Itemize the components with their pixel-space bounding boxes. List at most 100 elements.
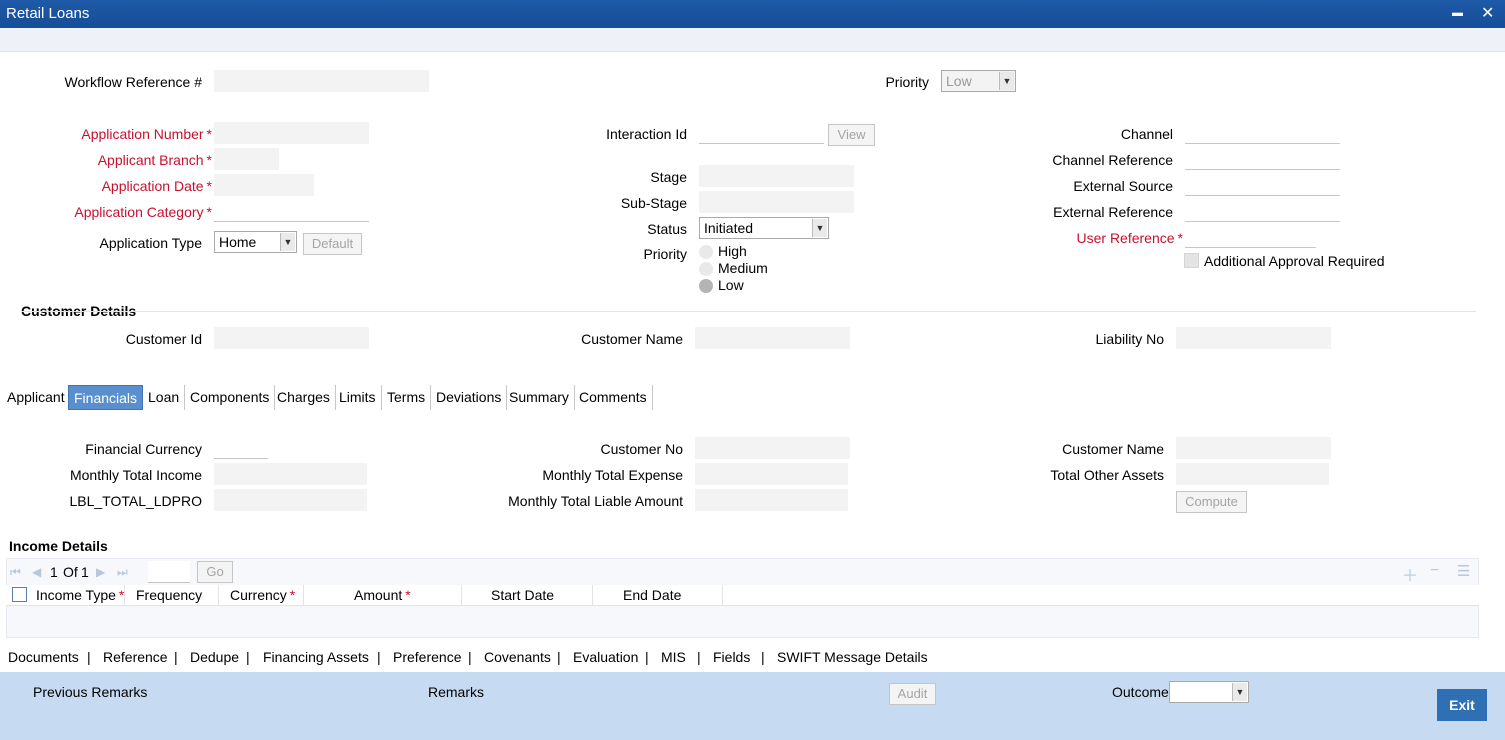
footer-link-swift[interactable]: SWIFT Message Details	[777, 649, 928, 665]
tab-limits[interactable]: Limits	[334, 385, 382, 410]
go-button[interactable]: Go	[197, 561, 233, 583]
user-reference-input[interactable]	[1185, 226, 1316, 248]
substage-label: Sub-Stage	[620, 195, 687, 211]
minimize-icon[interactable]: ▬	[1452, 7, 1463, 19]
outcome-label: Outcome	[1112, 684, 1169, 700]
tab-loan[interactable]: Loan	[143, 385, 186, 410]
priority-high-label: High	[718, 243, 747, 259]
customer-no-input[interactable]	[695, 437, 850, 459]
tab-terms[interactable]: Terms	[382, 385, 432, 410]
total-other-assets-input[interactable]	[1176, 463, 1329, 485]
footer-separator: |	[246, 649, 250, 665]
financial-currency-label: Financial Currency	[85, 441, 202, 457]
window-title: Retail Loans	[6, 5, 90, 22]
application-category-input[interactable]	[214, 200, 369, 222]
customer-id-input[interactable]	[214, 327, 369, 349]
next-page-icon[interactable]: ▶	[96, 565, 105, 579]
priority-medium-label: Medium	[718, 260, 768, 276]
footer-link-mis[interactable]: MIS	[661, 649, 686, 665]
external-source-input[interactable]	[1185, 174, 1340, 196]
fin-customer-name-input[interactable]	[1176, 437, 1331, 459]
monthly-total-expense-input[interactable]	[695, 463, 848, 485]
tab-comments[interactable]: Comments	[574, 385, 653, 410]
user-reference-label: User Reference *	[1076, 230, 1184, 246]
financial-currency-input[interactable]	[214, 437, 268, 459]
channel-label: Channel	[1120, 126, 1173, 142]
footer-link-dedupe[interactable]: Dedupe	[190, 649, 239, 665]
compute-button[interactable]: Compute	[1176, 491, 1247, 513]
income-details-title: Income Details	[9, 538, 108, 554]
application-type-select[interactable]: Home ▼	[214, 231, 297, 253]
single-view-icon[interactable]: ☰	[1457, 562, 1470, 580]
application-number-label: Application Number *	[81, 126, 212, 142]
delete-row-icon[interactable]: −	[1430, 562, 1439, 580]
tab-components[interactable]: Components	[185, 385, 276, 410]
footer-link-documents[interactable]: Documents	[8, 649, 79, 665]
interaction-id-label: Interaction Id	[606, 126, 687, 142]
external-reference-label: External Reference	[1053, 204, 1173, 220]
priority-header-label: Priority	[885, 74, 929, 90]
external-reference-input[interactable]	[1185, 200, 1340, 222]
additional-approval-checkbox[interactable]	[1184, 253, 1199, 268]
tab-financials[interactable]: Financials	[68, 385, 144, 410]
applicant-branch-input[interactable]	[214, 148, 279, 170]
tab-summary[interactable]: Summary	[504, 385, 575, 410]
total-ldpro-input[interactable]	[214, 489, 367, 511]
priority-medium-radio[interactable]	[699, 262, 713, 276]
status-label: Status	[647, 221, 687, 237]
tab-deviations[interactable]: Deviations	[431, 385, 508, 410]
page-number-input[interactable]	[148, 561, 190, 583]
remarks-link[interactable]: Remarks	[428, 684, 484, 700]
chevron-down-icon: ▼	[280, 233, 295, 251]
add-row-icon[interactable]: ＋	[1402, 562, 1418, 586]
status-select-value: Initiated	[704, 220, 754, 236]
total-ldpro-label: LBL_TOTAL_LDPRO	[69, 493, 202, 509]
priority-low-radio[interactable]	[699, 279, 713, 293]
last-page-icon[interactable]: ⏭	[117, 565, 128, 580]
customer-name-label: Customer Name	[581, 331, 683, 347]
channel-reference-input[interactable]	[1185, 148, 1340, 170]
footer-link-evaluation[interactable]: Evaluation	[573, 649, 638, 665]
monthly-total-expense-label: Monthly Total Expense	[542, 467, 683, 483]
stage-input[interactable]	[699, 165, 854, 187]
view-button[interactable]: View	[828, 124, 875, 146]
chevron-down-icon: ▼	[812, 219, 827, 237]
tab-applicant[interactable]: Applicant	[2, 385, 71, 410]
liability-no-input[interactable]	[1176, 327, 1331, 349]
additional-approval-label: Additional Approval Required	[1204, 253, 1385, 269]
footer-link-reference[interactable]: Reference	[103, 649, 168, 665]
footer-link-fields[interactable]: Fields	[713, 649, 750, 665]
close-icon[interactable]: ✕	[1481, 3, 1494, 23]
audit-button[interactable]: Audit	[889, 683, 936, 705]
substage-input[interactable]	[699, 191, 854, 213]
first-page-icon[interactable]: ⏮	[10, 565, 21, 580]
select-all-checkbox[interactable]	[12, 587, 27, 602]
previous-page-icon[interactable]: ◀	[32, 565, 41, 579]
exit-button[interactable]: Exit	[1437, 689, 1487, 721]
monthly-total-liable-input[interactable]	[695, 489, 848, 511]
fin-customer-name-label: Customer Name	[1062, 441, 1164, 457]
footer-link-financing-assets[interactable]: Financing Assets	[263, 649, 369, 665]
footer-link-covenants[interactable]: Covenants	[484, 649, 551, 665]
tab-charges[interactable]: Charges	[272, 385, 336, 410]
workflow-reference-input[interactable]	[214, 70, 429, 92]
priority-low-label: Low	[718, 277, 744, 293]
monthly-total-income-input[interactable]	[214, 463, 367, 485]
application-date-input[interactable]	[214, 174, 314, 196]
previous-remarks-link[interactable]: Previous Remarks	[33, 684, 147, 700]
priority-select[interactable]: Low ▼	[941, 70, 1016, 92]
application-number-input[interactable]	[214, 122, 369, 144]
footer-link-preference[interactable]: Preference	[393, 649, 461, 665]
stage-label: Stage	[650, 169, 687, 185]
customer-name-input[interactable]	[695, 327, 850, 349]
toolbar-strip	[0, 28, 1505, 52]
page-current: 1	[50, 564, 58, 580]
priority-high-radio[interactable]	[699, 245, 713, 259]
interaction-id-input[interactable]	[699, 122, 824, 144]
outcome-select[interactable]: ▼	[1169, 681, 1249, 703]
footer-separator: |	[645, 649, 649, 665]
channel-input[interactable]	[1185, 122, 1340, 144]
status-select[interactable]: Initiated ▼	[699, 217, 829, 239]
default-button[interactable]: Default	[303, 233, 362, 255]
footer-separator: |	[761, 649, 765, 665]
